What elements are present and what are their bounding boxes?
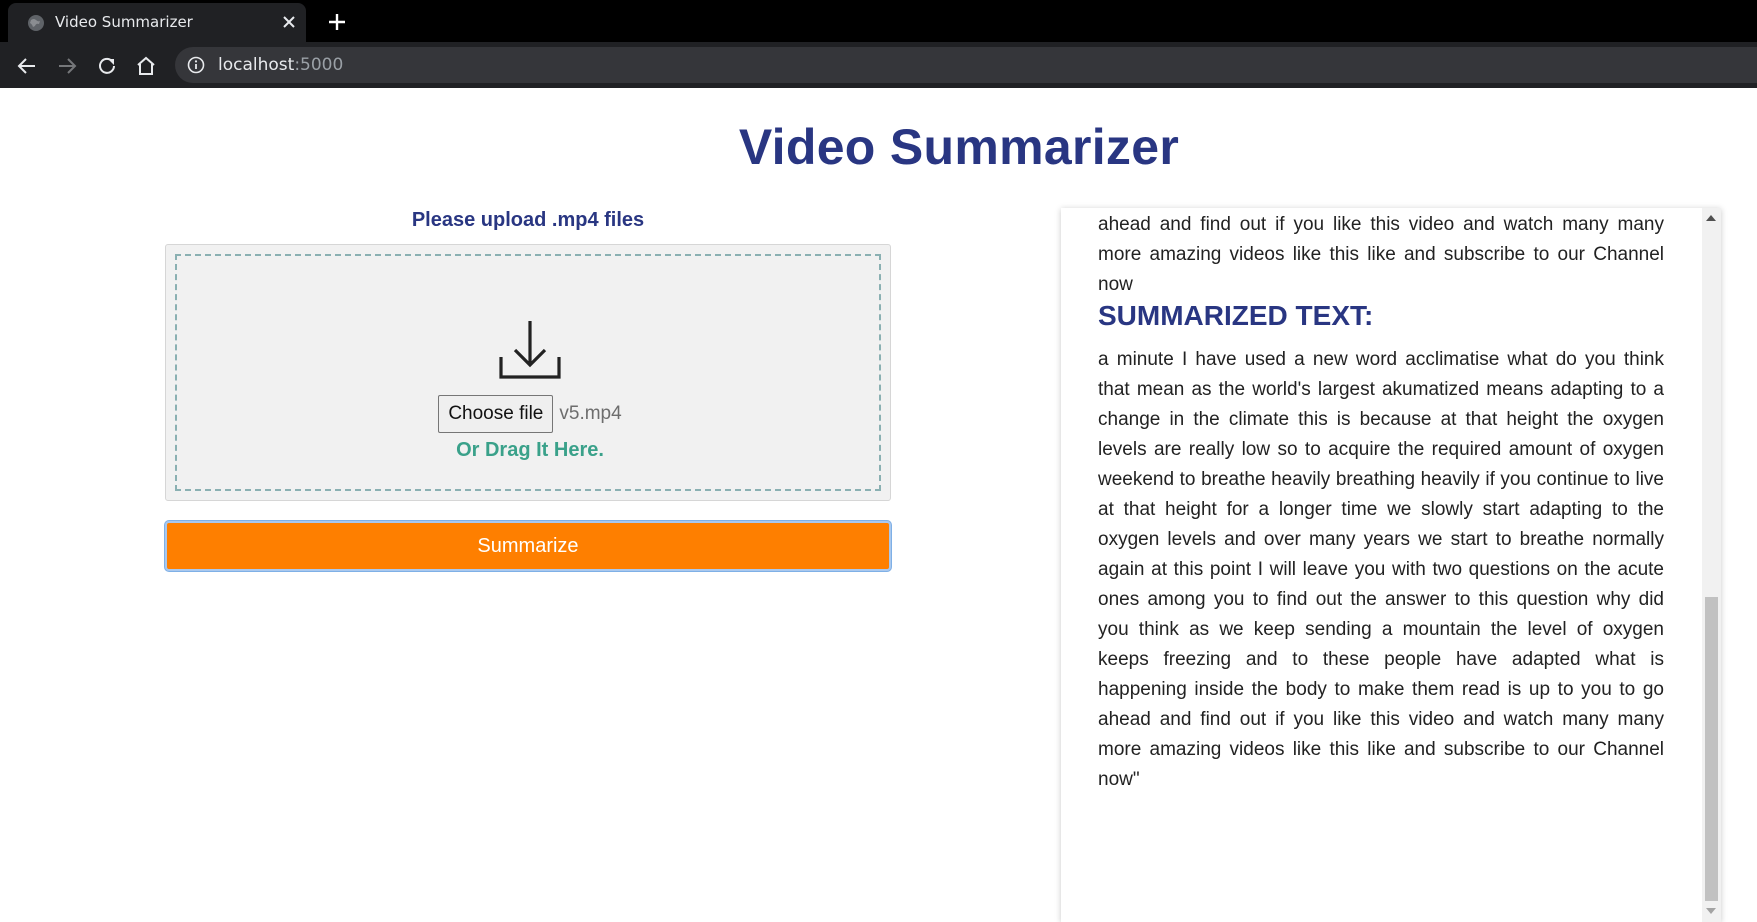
page: Video Summarizer Please upload .mp4 file… xyxy=(0,88,1757,922)
selected-file-name: v5.mp4 xyxy=(559,403,622,424)
info-icon[interactable] xyxy=(187,56,205,74)
browser-toolbar: localhost:5000 xyxy=(0,42,1757,88)
browser-chrome: Video Summarizer localhost:5000 xyxy=(0,0,1757,88)
scrollbar-thumb[interactable] xyxy=(1705,597,1718,901)
arrow-right-icon[interactable] xyxy=(55,54,79,78)
transcript-text: ahead and find out if you like this vide… xyxy=(1098,214,1664,295)
file-input-row: Choose file v5.mp4 xyxy=(177,395,883,433)
upload-label: Please upload .mp4 files xyxy=(411,209,645,231)
scroll-up-arrow-icon[interactable] xyxy=(1706,215,1716,221)
home-icon[interactable] xyxy=(134,54,158,78)
page-title: Video Summarizer xyxy=(738,119,1180,175)
browser-tab[interactable]: Video Summarizer xyxy=(8,3,306,42)
tab-title: Video Summarizer xyxy=(55,13,193,31)
result-panel[interactable]: ahead and find out if you like this vide… xyxy=(1061,208,1721,922)
reload-icon[interactable] xyxy=(95,54,119,78)
summary-heading: SUMMARIZED TEXT: xyxy=(1098,300,1374,331)
address-bar[interactable]: localhost:5000 xyxy=(175,47,1757,83)
summary-text: a minute I have used a new word acclimat… xyxy=(1098,349,1664,790)
close-icon[interactable] xyxy=(280,13,298,31)
tab-strip: Video Summarizer xyxy=(0,0,1757,42)
url-host: localhost xyxy=(218,55,295,75)
choose-file-button[interactable]: Choose file xyxy=(438,395,554,433)
drag-hint: Or Drag It Here. xyxy=(456,439,604,461)
upload-dropzone[interactable]: Choose file v5.mp4 Or Drag It Here. xyxy=(165,244,891,501)
scroll-down-arrow-icon[interactable] xyxy=(1706,908,1716,914)
download-icon xyxy=(499,321,561,379)
summarize-button[interactable]: Summarize xyxy=(165,521,891,571)
url-port: :5000 xyxy=(294,55,344,75)
globe-icon xyxy=(28,15,44,31)
dropzone-dashed-area[interactable]: Choose file v5.mp4 Or Drag It Here. xyxy=(175,254,881,491)
plus-icon[interactable] xyxy=(326,11,348,33)
arrow-left-icon[interactable] xyxy=(15,54,39,78)
scrollbar[interactable] xyxy=(1702,208,1721,922)
url-text[interactable]: localhost:5000 xyxy=(218,55,343,75)
